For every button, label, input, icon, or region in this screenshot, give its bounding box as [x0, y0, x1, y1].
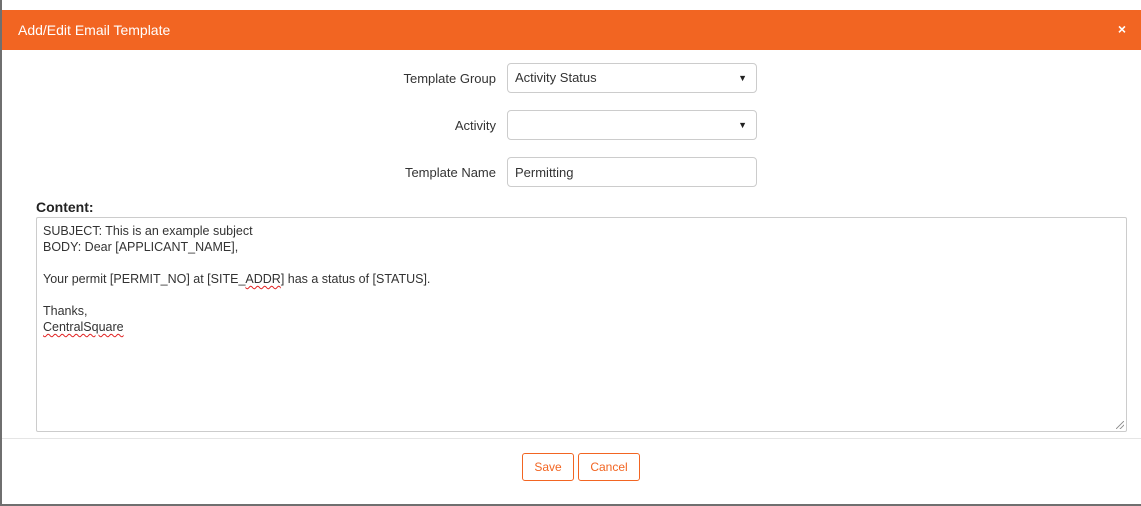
- content-line-signature: CentralSquare: [43, 319, 1120, 335]
- activity-label: Activity: [454, 118, 496, 133]
- dialog-titlebar: Add/Edit Email Template ×: [2, 10, 1141, 50]
- template-group-label: Template Group: [403, 71, 497, 86]
- activity-select[interactable]: ▼: [507, 110, 757, 140]
- signature-text: CentralSquare: [43, 320, 124, 334]
- chevron-down-icon: ▼: [738, 73, 747, 83]
- permit-text-start: Your permit [PERMIT_NO] at [SITE: [43, 272, 239, 286]
- content-line-body: BODY: Dear [APPLICANT_NAME],: [43, 240, 239, 254]
- content-editor[interactable]: SUBJECT: This is an example subject BODY…: [36, 217, 1127, 432]
- content-line-blank: [43, 287, 1120, 303]
- content-line-thanks: Thanks,: [43, 304, 88, 318]
- activity-row: Activity ▼: [2, 110, 1141, 142]
- template-name-input[interactable]: [507, 157, 757, 187]
- spellcheck-word: ADDR: [245, 272, 281, 286]
- save-button[interactable]: Save: [522, 453, 574, 481]
- footer-divider: [2, 438, 1141, 439]
- content-line-blank: [43, 255, 1120, 271]
- permit-text-end: ] has a status of [STATUS].: [280, 272, 431, 286]
- chevron-down-icon: ▼: [738, 120, 747, 130]
- content-line-subject: SUBJECT: This is an example subject: [43, 224, 253, 238]
- email-template-dialog: Add/Edit Email Template × Template Group…: [0, 0, 1141, 506]
- close-icon[interactable]: ×: [1113, 19, 1131, 39]
- template-name-row: Template Name: [2, 157, 1141, 189]
- cancel-button[interactable]: Cancel: [578, 453, 640, 481]
- template-name-label: Template Name: [404, 165, 496, 180]
- content-label: Content:: [36, 199, 94, 215]
- template-group-row: Template Group Activity Status ▼: [2, 63, 1141, 95]
- dialog-title: Add/Edit Email Template: [18, 22, 171, 38]
- resize-handle-icon[interactable]: [1116, 421, 1124, 429]
- content-line-permit: Your permit [PERMIT_NO] at [SITE_ADDR] h…: [43, 271, 1120, 287]
- template-group-select[interactable]: Activity Status ▼: [507, 63, 757, 93]
- template-group-value: Activity Status: [515, 70, 597, 85]
